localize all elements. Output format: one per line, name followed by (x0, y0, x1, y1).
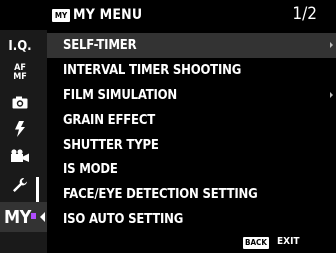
menu-item-label: FACE/EYE DETECTION SETTING (63, 187, 258, 203)
movie-camera-icon (11, 149, 29, 162)
tab-iq[interactable]: I.Q. (0, 34, 40, 58)
footer-bar: BACK EXIT (0, 233, 336, 253)
page-indicator: 1/2 (292, 4, 317, 24)
wrench-icon (13, 178, 27, 192)
my-menu-marker (31, 213, 36, 219)
page-title: MY MENU (73, 7, 143, 23)
submenu-arrow-icon (330, 92, 333, 99)
tab-af-mf[interactable]: AF MF (0, 61, 40, 85)
tab-setup[interactable] (0, 173, 40, 197)
menu-item-label: IS MODE (63, 162, 118, 178)
af-mf-icon: AF MF (13, 63, 27, 82)
tab-flash-setting[interactable] (0, 117, 40, 141)
menu-item-label: SELF-TIMER (63, 37, 137, 53)
menu-item-film-simulation[interactable]: FILM SIMULATION (47, 83, 336, 108)
submenu-arrow-icon (330, 42, 333, 49)
menu-item-iso-auto-setting[interactable]: ISO AUTO SETTING (47, 207, 336, 232)
menu-item-label: FILM SIMULATION (63, 87, 177, 103)
menu-item-label: SHUTTER TYPE (63, 137, 159, 153)
tab-movie-setting[interactable] (0, 144, 40, 168)
tab-iq-label: I.Q. (8, 38, 32, 54)
menu-item-interval-timer-shooting[interactable]: INTERVAL TIMER SHOOTING (47, 58, 336, 83)
menu-item-grain-effect[interactable]: GRAIN EFFECT (47, 108, 336, 133)
tab-shooting-setting[interactable] (0, 90, 40, 114)
active-tab-caret-icon (40, 212, 45, 222)
menu-list: SELF-TIMER INTERVAL TIMER SHOOTING FILM … (47, 33, 336, 232)
menu-item-label: ISO AUTO SETTING (63, 212, 184, 228)
flash-icon (15, 121, 25, 137)
header-bar: MY MY MENU 1/2 (0, 0, 336, 30)
exit-label: EXIT (277, 236, 300, 247)
menu-item-shutter-type[interactable]: SHUTTER TYPE (47, 133, 336, 158)
tab-my-label: MY (4, 207, 31, 228)
menu-item-label: GRAIN EFFECT (63, 112, 155, 128)
menu-item-self-timer[interactable]: SELF-TIMER (47, 33, 336, 58)
camera-icon (12, 96, 28, 108)
menu-item-face-eye-detection-setting[interactable]: FACE/EYE DETECTION SETTING (47, 182, 336, 207)
menu-item-label: INTERVAL TIMER SHOOTING (63, 62, 242, 78)
tab-my-menu[interactable]: MY (0, 202, 47, 232)
menu-item-is-mode[interactable]: IS MODE (47, 157, 336, 182)
my-menu-badge: MY (52, 9, 70, 22)
back-button[interactable]: BACK (243, 237, 269, 249)
sidebar: I.Q. AF MF MY (0, 30, 47, 253)
